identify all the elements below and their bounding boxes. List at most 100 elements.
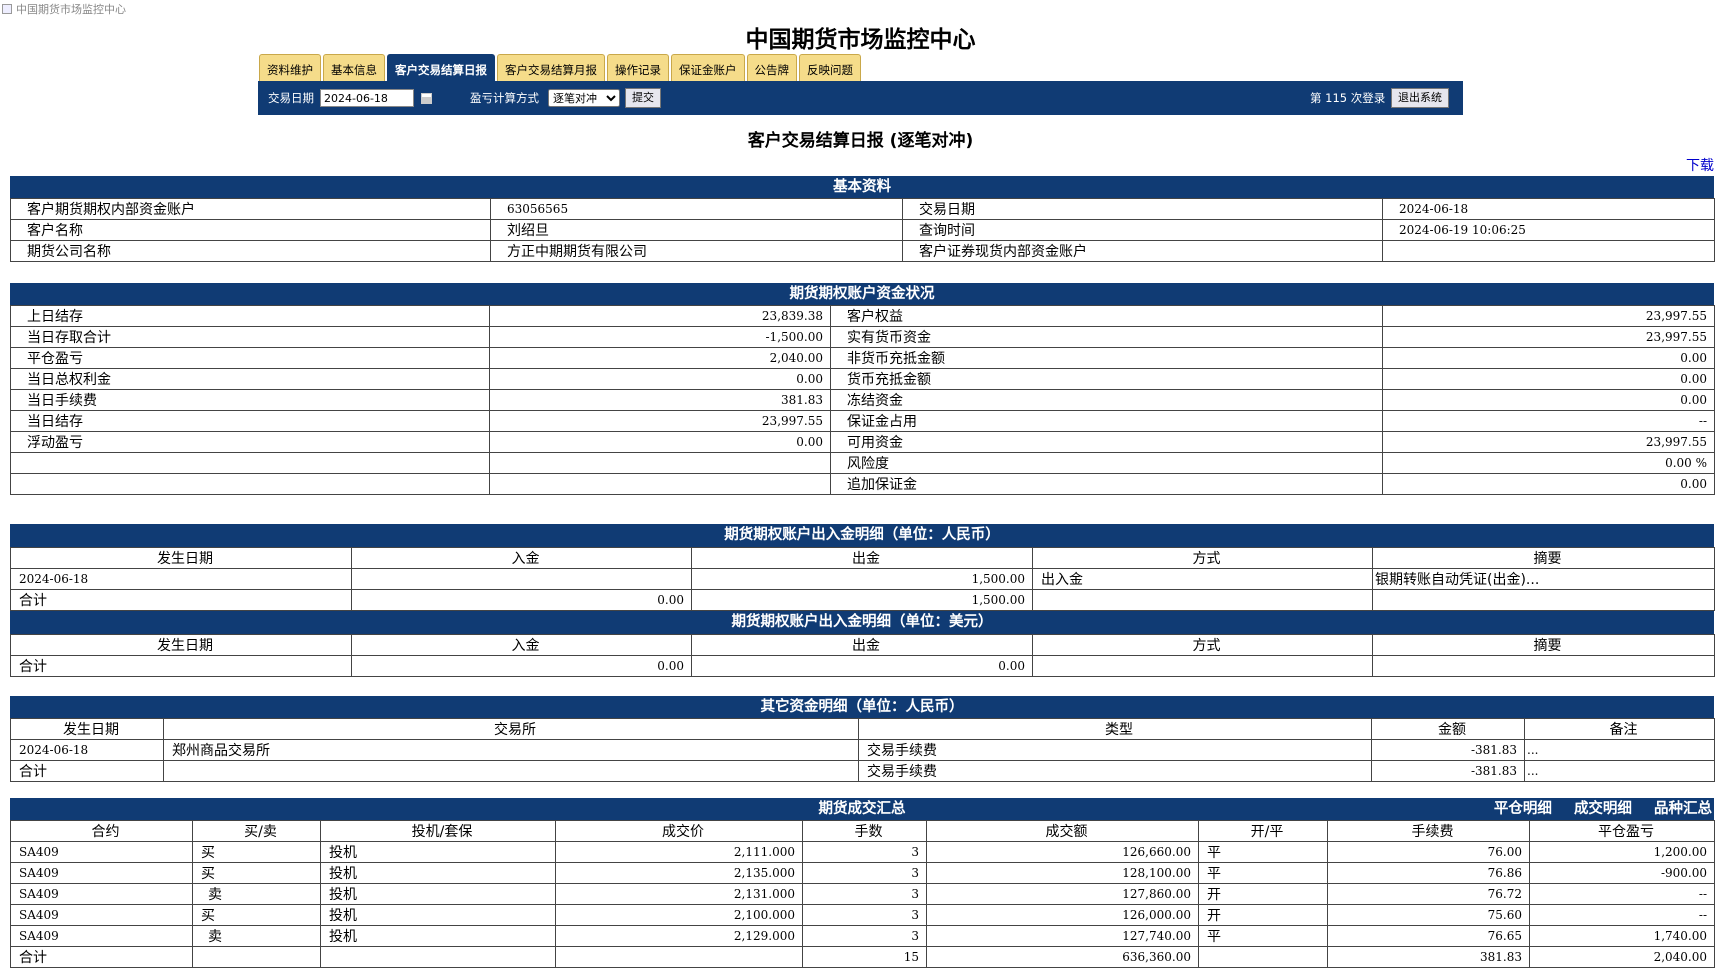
trades-section: 期货成交汇总 平仓明细 成交明细 品种汇总 合约 买/卖 投机/套保 成交价 手… <box>10 798 1715 968</box>
table-cell: 可用资金 <box>830 431 1383 453</box>
page-title: 客户交易结算日报 (逐笔对冲) <box>747 131 974 151</box>
table-cell: 投机 <box>320 904 556 926</box>
table-row: 合计 交易手续费 -381.83 ... <box>10 760 1715 782</box>
column-header: 方式 <box>1032 547 1373 569</box>
table-cell: 128,100.00 <box>926 862 1199 884</box>
table-cell: 合计 <box>10 946 193 968</box>
table-row: 浮动盈亏 0.00 可用资金 23,997.55 <box>10 431 1715 453</box>
tab-monthly-statement[interactable]: 客户交易结算月报 <box>497 54 605 81</box>
table-cell: 0.00 <box>1382 368 1715 390</box>
tab-basic-info[interactable]: 基本信息 <box>323 54 385 81</box>
tab-margin-account[interactable]: 保证金账户 <box>671 54 745 81</box>
table-cell: -- <box>1529 883 1715 905</box>
table-cell: 1,200.00 <box>1529 841 1715 863</box>
column-header: 成交额 <box>926 820 1199 842</box>
section-header: 期货成交汇总 平仓明细 成交明细 品种汇总 <box>10 798 1714 820</box>
table-cell: 合计 <box>10 589 352 611</box>
table-cell <box>10 473 490 495</box>
table-cell: 交易手续费 <box>858 739 1372 761</box>
table-cell: 平 <box>1198 925 1328 947</box>
column-header: 买/卖 <box>192 820 321 842</box>
column-header: 摘要 <box>1372 634 1715 656</box>
column-header: 方式 <box>1032 634 1373 656</box>
table-header-row: 合约 买/卖 投机/套保 成交价 手数 成交额 开/平 手续费 平仓盈亏 <box>10 820 1715 842</box>
tab-profile-maintenance[interactable]: 资料维护 <box>259 54 321 81</box>
table-cell: 23,839.38 <box>489 305 831 327</box>
table-cell: SA409 <box>10 841 193 863</box>
inout-usd-table: 发生日期 入金 出金 方式 摘要 合计 0.00 0.00 <box>10 634 1715 677</box>
table-cell: SA409 <box>10 925 193 947</box>
table-cell: 银期转账自动凭证(出金)... <box>1372 568 1715 590</box>
table-cell: 381.83 <box>1327 946 1530 968</box>
column-header: 投机/套保 <box>320 820 556 842</box>
tab-feedback[interactable]: 反映问题 <box>799 54 861 81</box>
table-cell: 2,040.00 <box>1529 946 1715 968</box>
table-cell: 3 <box>802 925 927 947</box>
table-cell: 保证金占用 <box>830 410 1383 432</box>
calc-method-select[interactable]: 逐笔对冲 <box>548 89 620 107</box>
tab-operation-log[interactable]: 操作记录 <box>607 54 669 81</box>
table-cell <box>351 568 692 590</box>
table-header-row: 发生日期 入金 出金 方式 摘要 <box>10 634 1715 656</box>
table-cell <box>163 760 859 782</box>
table-cell: 76.72 <box>1327 883 1530 905</box>
table-header-row: 发生日期 交易所 类型 金额 备注 <box>10 718 1715 740</box>
table-cell: 15 <box>802 946 927 968</box>
table-cell <box>1382 240 1715 262</box>
trade-detail-link[interactable]: 成交明细 <box>1574 801 1632 817</box>
inout-cny-table: 发生日期 入金 出金 方式 摘要 2024-06-18 1,500.00 出入金… <box>10 547 1715 611</box>
table-cell: 方正中期期货有限公司 <box>490 240 903 262</box>
download-link[interactable]: 下载 <box>1686 155 1714 175</box>
table-cell: 卖 <box>192 925 321 947</box>
table-cell: 客户名称 <box>10 219 491 241</box>
table-cell: 3 <box>802 904 927 926</box>
table-cell: 2,100.000 <box>555 904 803 926</box>
table-row: 当日存取合计 -1,500.00 实有货币资金 23,997.55 <box>10 326 1715 348</box>
table-cell: 2,111.000 <box>555 841 803 863</box>
logout-button[interactable]: 退出系统 <box>1391 88 1449 108</box>
table-cell: 货币充抵金额 <box>830 368 1383 390</box>
table-cell: 76.86 <box>1327 862 1530 884</box>
table-cell: 2,135.000 <box>555 862 803 884</box>
other-funds-section: 其它资金明细（单位：人民币） 发生日期 交易所 类型 金额 备注 2024-06… <box>10 696 1715 782</box>
table-cell <box>1032 589 1373 611</box>
table-row: 2024-06-18 郑州商品交易所 交易手续费 -381.83 ... <box>10 739 1715 761</box>
table-cell: 3 <box>802 841 927 863</box>
funds-section: 期货期权账户资金状况 上日结存 23,839.38 客户权益 23,997.55 当日存… <box>10 283 1715 495</box>
submit-button[interactable]: 提交 <box>625 88 661 108</box>
table-cell: 查询时间 <box>902 219 1383 241</box>
table-cell: 客户证券现货内部资金账户 <box>902 240 1383 262</box>
trades-table: 合约 买/卖 投机/套保 成交价 手数 成交额 开/平 手续费 平仓盈亏 SA4… <box>10 820 1715 968</box>
table-cell: 开 <box>1198 904 1328 926</box>
tab-daily-statement[interactable]: 客户交易结算日报 <box>387 54 495 81</box>
table-row: 当日结存 23,997.55 保证金占用 -- <box>10 410 1715 432</box>
table-cell: 投机 <box>320 841 556 863</box>
calendar-icon[interactable] <box>421 93 432 104</box>
product-summary-link[interactable]: 品种汇总 <box>1654 801 1712 817</box>
table-row: 风险度 0.00 % <box>10 452 1715 474</box>
table-row: 期货公司名称 方正中期期货有限公司 客户证券现货内部资金账户 <box>10 240 1715 262</box>
close-detail-link[interactable]: 平仓明细 <box>1494 801 1552 817</box>
table-row: 当日总权利金 0.00 货币充抵金额 0.00 <box>10 368 1715 390</box>
table-cell <box>555 946 803 968</box>
column-header: 交易所 <box>163 718 859 740</box>
table-cell: 0.00 <box>351 655 692 677</box>
basic-info-section: 基本资料 客户期货期权内部资金账户 63056565 交易日期 2024-06-… <box>10 176 1715 262</box>
table-cell: 实有货币资金 <box>830 326 1383 348</box>
table-cell: 投机 <box>320 862 556 884</box>
table-cell <box>1032 655 1373 677</box>
section-title: 期货期权账户资金状况 <box>10 283 1714 305</box>
table-cell: 当日结存 <box>10 410 490 432</box>
table-cell: 127,860.00 <box>926 883 1199 905</box>
table-cell: 浮动盈亏 <box>10 431 490 453</box>
table-cell: 平仓盈亏 <box>10 347 490 369</box>
table-row: SA409 买投机 2,135.000 3 128,100.00 平 76.86 -900.0… <box>10 862 1715 884</box>
tab-bulletin[interactable]: 公告牌 <box>746 54 797 81</box>
table-cell: 636,360.00 <box>926 946 1199 968</box>
table-cell <box>192 946 321 968</box>
table-cell: 1,500.00 <box>691 568 1033 590</box>
column-header: 发生日期 <box>10 718 164 740</box>
table-cell: 126,000.00 <box>926 904 1199 926</box>
table-cell: 刘绍旦 <box>490 219 903 241</box>
trade-date-input[interactable] <box>320 89 414 107</box>
